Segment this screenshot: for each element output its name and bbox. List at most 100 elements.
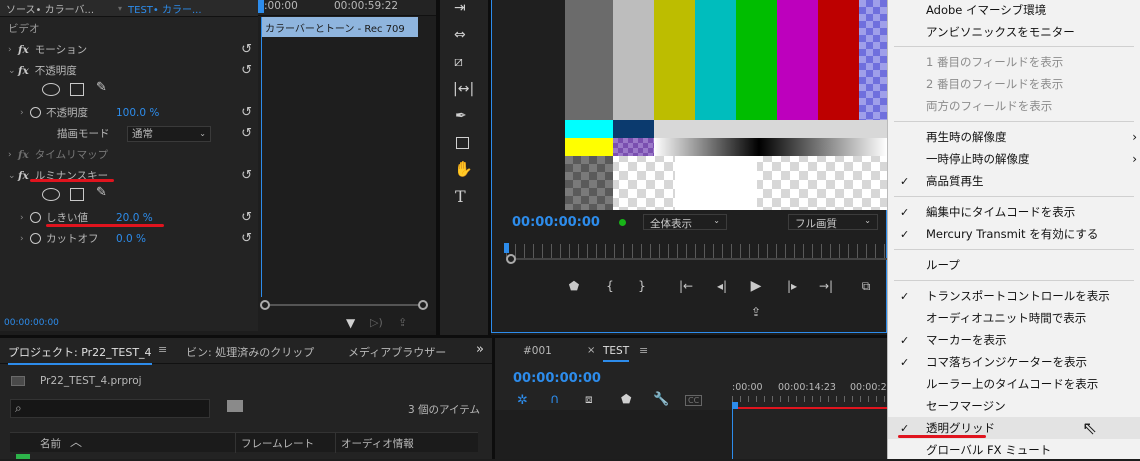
ripple-edit-icon[interactable]: ⇔ bbox=[454, 27, 466, 43]
menu-item-audio-units[interactable]: オーディオユニット時間で表示 bbox=[888, 307, 1140, 329]
play-icon[interactable]: ▶ bbox=[746, 278, 766, 294]
track-select-icon[interactable]: ⇥ bbox=[454, 0, 466, 16]
menu-item-loop[interactable]: ループ bbox=[888, 254, 1140, 276]
tab-sequence-test[interactable]: TEST bbox=[603, 345, 630, 362]
effect-motion[interactable]: › fx モーション ↺ bbox=[0, 39, 258, 60]
menu-item-high-quality[interactable]: ✓ 高品質再生 bbox=[888, 170, 1140, 192]
video-frame[interactable] bbox=[565, 0, 887, 210]
menu-item-immersive[interactable]: Adobe イマーシブ環境 bbox=[888, 0, 1140, 21]
search-input[interactable]: ⌕ bbox=[10, 399, 210, 418]
add-marker-icon[interactable]: ⬟ bbox=[621, 392, 631, 406]
fx-icon[interactable]: fx bbox=[18, 149, 29, 161]
tab-sequence[interactable]: TEST• カラー... bbox=[128, 1, 238, 16]
opacity-value[interactable]: 100.0 % bbox=[116, 107, 159, 119]
menu-item-second-field[interactable]: 2 番目のフィールドを表示 bbox=[888, 73, 1140, 95]
menu-item-ruler-timecode[interactable]: ルーラー上のタイムコードを表示 bbox=[888, 373, 1140, 395]
effect-controls-timecode[interactable]: 00:00:00:00 bbox=[4, 318, 59, 328]
reset-icon[interactable]: ↺ bbox=[241, 105, 252, 120]
menu-icon[interactable]: ≡ bbox=[639, 344, 648, 357]
menu-item-safe-margins[interactable]: セーフマージン bbox=[888, 395, 1140, 417]
pen-icon[interactable]: ✒ bbox=[455, 108, 467, 124]
menu-item-global-fx-mute[interactable]: グローバル FX ミュート bbox=[888, 439, 1140, 461]
rectangle-mask-icon[interactable] bbox=[70, 188, 84, 201]
column-divider[interactable] bbox=[235, 433, 236, 453]
tab-source[interactable]: ソース• カラーバ... bbox=[0, 1, 118, 16]
mark-out-icon[interactable]: } bbox=[632, 279, 652, 293]
slip-icon[interactable]: |↔| bbox=[453, 81, 474, 97]
reset-icon[interactable]: ↺ bbox=[241, 210, 252, 225]
blend-mode-select[interactable]: 通常 ⌄ bbox=[127, 125, 211, 142]
menu-item-both-fields[interactable]: 両方のフィールドを表示 bbox=[888, 95, 1140, 117]
scroll-handle-left[interactable] bbox=[260, 300, 270, 310]
insert-overwrite-icon[interactable]: ⧈ bbox=[585, 392, 593, 407]
effect-time-remap[interactable]: › fx タイムリマップ bbox=[0, 144, 258, 165]
effect-luma-key[interactable]: ⌄ fx ルミナンスキー ↺ bbox=[0, 165, 258, 186]
clip-bar[interactable]: カラーバーとトーン - Rec 709 bbox=[261, 17, 418, 37]
fx-icon[interactable]: fx bbox=[18, 44, 29, 56]
column-name[interactable]: 名前 bbox=[40, 436, 61, 451]
zoom-scrollbar[interactable] bbox=[260, 300, 428, 310]
pen-mask-icon[interactable]: ✎ bbox=[96, 80, 107, 95]
timeline-ruler[interactable]: :00:00 00:00:14:23 00:00:29:2 bbox=[732, 378, 902, 409]
reset-icon[interactable]: ↺ bbox=[241, 168, 252, 183]
add-marker-icon[interactable]: ⬟ bbox=[564, 279, 584, 293]
chevron-right-icon[interactable]: › bbox=[8, 45, 18, 55]
type-tool-icon[interactable]: T bbox=[455, 187, 466, 206]
menu-icon[interactable]: ≡ bbox=[158, 343, 167, 356]
threshold-value[interactable]: 20.0 % bbox=[116, 212, 153, 224]
chevron-right-icon[interactable]: › bbox=[20, 234, 30, 244]
close-icon[interactable]: × bbox=[587, 345, 595, 356]
chevron-right-icon[interactable]: › bbox=[20, 108, 30, 118]
playhead-handle[interactable] bbox=[504, 243, 509, 253]
export-frame-icon[interactable]: ⇪ bbox=[746, 305, 766, 319]
menu-item-show-markers[interactable]: ✓ マーカーを表示 bbox=[888, 329, 1140, 351]
rectangle-tool-icon[interactable] bbox=[456, 137, 469, 149]
zoom-handle[interactable] bbox=[506, 254, 516, 264]
razor-icon[interactable]: ⧄ bbox=[454, 54, 463, 70]
timeline-timecode[interactable]: 00:00:00:00 bbox=[513, 371, 601, 386]
step-forward-icon[interactable]: |▸ bbox=[782, 279, 802, 293]
menu-item-playback-resolution[interactable]: 再生時の解像度 › bbox=[888, 126, 1140, 148]
ellipse-mask-icon[interactable] bbox=[42, 188, 60, 201]
menu-item-paused-resolution[interactable]: 一時停止時の解像度 › bbox=[888, 148, 1140, 170]
ellipse-mask-icon[interactable] bbox=[42, 83, 60, 96]
reset-icon[interactable]: ↺ bbox=[241, 42, 252, 57]
mini-ruler[interactable]: :00:00 00:00:59:22 bbox=[258, 0, 436, 16]
menu-item-mercury-transmit[interactable]: ✓ Mercury Transmit を有効にする bbox=[888, 223, 1140, 245]
export-icon[interactable]: ⇪ bbox=[398, 316, 407, 329]
playhead-handle[interactable] bbox=[258, 0, 264, 13]
pen-mask-icon[interactable]: ✎ bbox=[96, 185, 107, 200]
tab-project[interactable]: プロジェクト: Pr22_TEST_4 bbox=[8, 344, 152, 365]
column-framerate[interactable]: フレームレート bbox=[241, 436, 314, 451]
rectangle-mask-icon[interactable] bbox=[70, 83, 84, 96]
fx-icon[interactable]: fx bbox=[18, 65, 29, 77]
go-to-out-icon[interactable]: →| bbox=[816, 279, 836, 293]
play-audio-icon[interactable]: ▷) bbox=[370, 316, 383, 329]
work-area-bar[interactable] bbox=[738, 407, 887, 409]
quality-select[interactable]: フル画質 ⌄ bbox=[788, 214, 878, 230]
chevron-right-icon[interactable]: › bbox=[20, 213, 30, 223]
go-to-in-icon[interactable]: |← bbox=[676, 279, 696, 293]
hand-icon[interactable]: ✋ bbox=[454, 160, 473, 178]
scroll-handle-right[interactable] bbox=[418, 300, 428, 310]
sort-ascending-icon[interactable]: ︿ bbox=[70, 433, 82, 450]
wrench-icon[interactable]: 🔧 bbox=[653, 392, 669, 407]
menu-item-transport-controls[interactable]: ✓ トランスポートコントロールを表示 bbox=[888, 285, 1140, 307]
menu-item-first-field[interactable]: 1 番目のフィールドを表示 bbox=[888, 51, 1140, 73]
tab-bin[interactable]: ビン: 処理済みのクリップ bbox=[186, 344, 314, 360]
mark-in-icon[interactable]: { bbox=[600, 279, 620, 293]
menu-item-dropped-frames[interactable]: ✓ コマ落ちインジケーターを表示 bbox=[888, 351, 1140, 373]
stopwatch-icon[interactable] bbox=[30, 107, 41, 118]
stopwatch-icon[interactable] bbox=[30, 233, 41, 244]
stopwatch-icon[interactable] bbox=[30, 212, 41, 223]
chevron-right-icon[interactable]: › bbox=[8, 150, 18, 160]
property-opacity[interactable]: › 不透明度 100.0 % ↺ bbox=[0, 102, 258, 123]
filter-icon[interactable]: ▼ bbox=[346, 316, 355, 330]
fx-icon[interactable]: fx bbox=[18, 170, 29, 182]
snap-icon[interactable]: ✲ bbox=[517, 393, 528, 408]
reset-icon[interactable]: ↺ bbox=[241, 63, 252, 78]
property-cutoff[interactable]: › カットオフ 0.0 % ↺ bbox=[0, 228, 258, 249]
chevron-double-right-icon[interactable]: » bbox=[476, 342, 484, 357]
captions-icon[interactable]: CC bbox=[685, 395, 703, 406]
lift-icon[interactable]: ⧉ bbox=[856, 279, 876, 294]
